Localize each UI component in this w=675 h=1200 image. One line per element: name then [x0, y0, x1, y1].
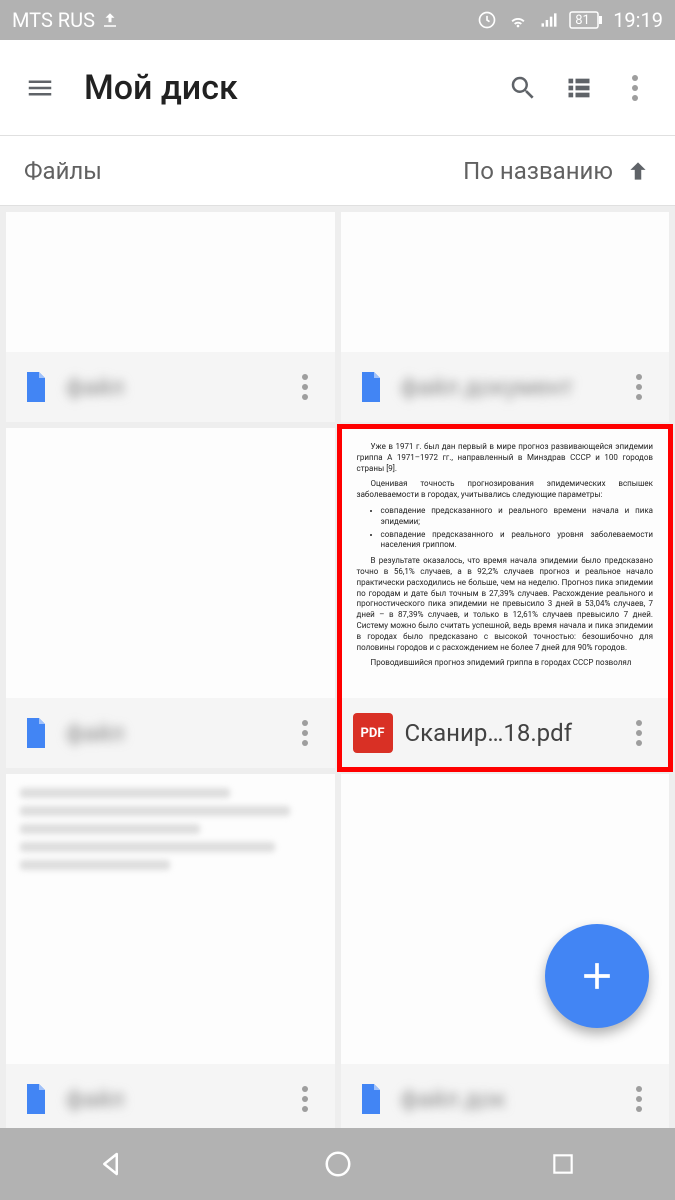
- menu-button[interactable]: [12, 60, 68, 116]
- sort-bar: Файлы По названию: [0, 136, 675, 206]
- sort-button[interactable]: По названию: [463, 157, 651, 185]
- file-more-button[interactable]: [287, 369, 323, 405]
- nav-bar: [0, 1128, 675, 1200]
- file-more-button[interactable]: [621, 1081, 657, 1117]
- file-name: файл: [66, 1085, 287, 1113]
- file-name: файл документ: [401, 373, 622, 401]
- file-more-button[interactable]: [621, 715, 657, 751]
- file-more-button[interactable]: [287, 715, 323, 751]
- file-card-pdf[interactable]: Уже в 1971 г. был дан первый в мире прог…: [341, 428, 670, 768]
- carrier-label: MTS RUS: [12, 8, 95, 32]
- signal-icon: [539, 10, 559, 30]
- document-icon: [18, 365, 54, 409]
- nav-home-button[interactable]: [288, 1134, 388, 1194]
- document-icon: [353, 1077, 389, 1121]
- file-name: Сканир…18.pdf: [405, 719, 622, 747]
- document-icon: [353, 365, 389, 409]
- upload-icon: [101, 11, 119, 29]
- file-name: файл: [66, 719, 287, 747]
- file-card[interactable]: файл: [6, 212, 335, 422]
- battery-icon: 81: [569, 11, 603, 29]
- file-card[interactable]: файл: [6, 774, 335, 1128]
- wifi-icon: [507, 9, 529, 31]
- fab-add-button[interactable]: [545, 924, 649, 1028]
- nav-back-button[interactable]: [63, 1134, 163, 1194]
- document-icon: [18, 711, 54, 755]
- status-bar: MTS RUS 81 19:19: [0, 0, 675, 40]
- nav-recent-button[interactable]: [513, 1134, 613, 1194]
- sort-mode-label: По названию: [463, 157, 613, 185]
- plus-icon: [575, 954, 619, 998]
- arrow-up-icon: [625, 158, 651, 184]
- file-card[interactable]: файл: [6, 428, 335, 768]
- pdf-icon: PDF: [353, 713, 393, 753]
- overflow-button[interactable]: [607, 60, 663, 116]
- sync-icon: [477, 10, 497, 30]
- file-name: файл: [66, 373, 287, 401]
- page-title: Мой диск: [84, 68, 495, 108]
- document-icon: [18, 1077, 54, 1121]
- file-more-button[interactable]: [621, 369, 657, 405]
- file-more-button[interactable]: [287, 1081, 323, 1117]
- search-button[interactable]: [495, 60, 551, 116]
- app-bar: Мой диск: [0, 40, 675, 136]
- file-name: файл док: [401, 1085, 622, 1113]
- pdf-preview-text: Уже в 1971 г. был дан первый в мире прог…: [341, 428, 670, 688]
- view-toggle-button[interactable]: [551, 60, 607, 116]
- section-label: Файлы: [24, 157, 463, 185]
- file-card[interactable]: файл документ: [341, 212, 670, 422]
- clock-label: 19:19: [613, 8, 663, 32]
